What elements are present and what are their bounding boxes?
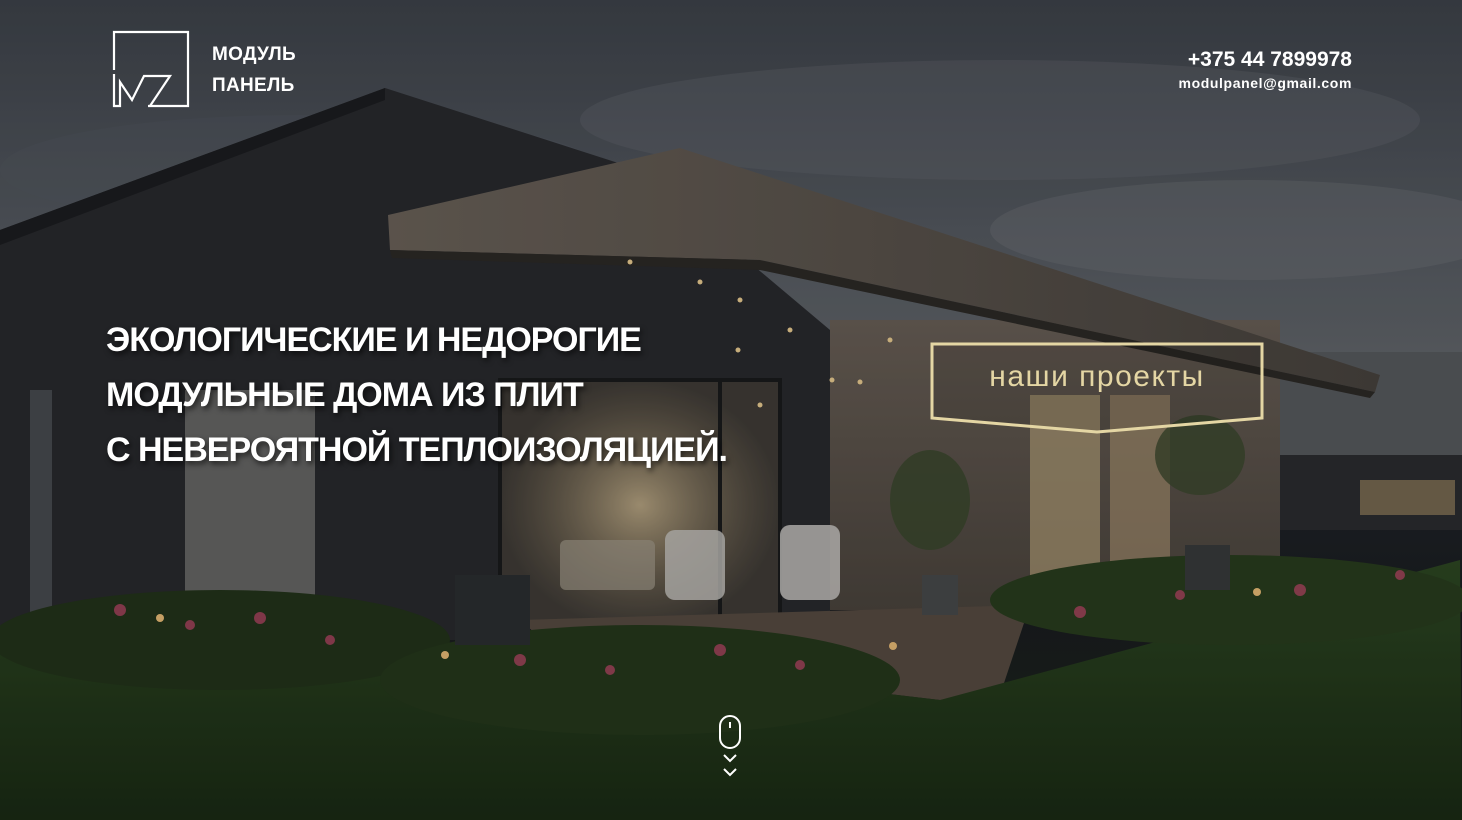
logo-line-2: ПАНЕЛЬ [212, 75, 295, 96]
our-projects-button[interactable]: наши проекты [930, 342, 1264, 434]
logo-line-1: МОДУЛЬ [212, 44, 297, 65]
our-projects-label: наши проекты [989, 360, 1205, 393]
headline-line-1: ЭКОЛОГИЧЕСКИЕ И НЕДОРОГИЕ [106, 321, 642, 359]
site-logo-link[interactable]: МОДУЛЬ ПАНЕЛЬ [112, 30, 296, 110]
phone-link[interactable]: +375 44 7899978 [1179, 47, 1352, 73]
headline-line-2: МОДУЛЬНЫЕ ДОМА ИЗ ПЛИТ [106, 376, 584, 414]
mouse-scroll-down-icon [719, 715, 741, 777]
scroll-down-indicator[interactable] [716, 714, 744, 784]
email-link[interactable]: modulpanel@gmail.com [1179, 73, 1352, 93]
header-contacts: +375 44 7899978 modulpanel@gmail.com [1179, 47, 1352, 93]
hero-headline: ЭКОЛОГИЧЕСКИЕ И НЕДОРОГИЕ МОДУЛЬНЫЕ ДОМА… [106, 313, 728, 478]
headline-line-3: С НЕВЕРОЯТНОЙ ТЕПЛОИЗОЛЯЦИЕЙ. [106, 431, 728, 469]
hero-section: МОДУЛЬ ПАНЕЛЬ +375 44 7899978 modulpanel… [0, 0, 1462, 820]
logo-wordmark: МОДУЛЬ ПАНЕЛЬ [212, 39, 296, 101]
modul-panel-logo-icon [112, 30, 190, 108]
